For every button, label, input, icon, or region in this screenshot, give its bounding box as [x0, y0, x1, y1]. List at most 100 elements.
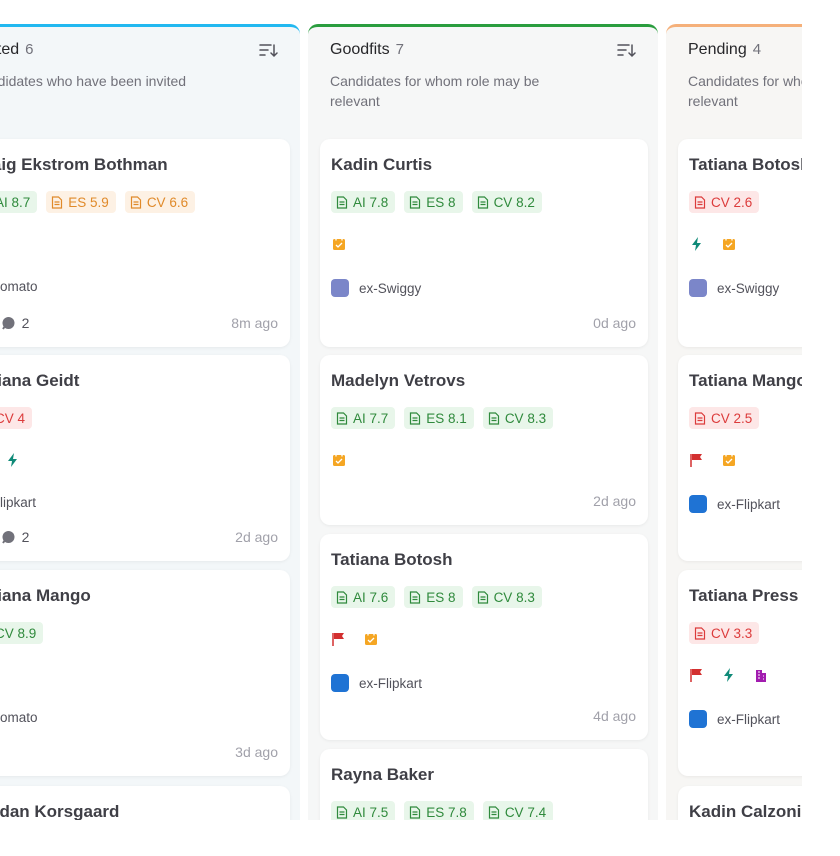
- company: ex-Flipkart: [331, 674, 422, 692]
- score-badge: CV 2.5: [689, 407, 760, 429]
- score-badges: CV 8.9: [0, 622, 44, 644]
- column-invited: Invited 6 Candidates who have been invite…: [0, 24, 300, 830]
- card-footer: 3 3d ago: [0, 744, 278, 762]
- tag-icons: [0, 452, 21, 468]
- candidate-name: Rayna Baker: [331, 765, 435, 784]
- comment-icon: [1, 316, 15, 330]
- score-badge: CV 8.9: [0, 622, 44, 644]
- company: ex-Flipkart: [689, 710, 780, 728]
- candidate-card[interactable]: Tatiana Mango CV 8.9 ex-Zomato 3 3d ago: [0, 570, 290, 776]
- candidate-name: Tatiana Mango: [689, 371, 807, 390]
- right-edge: [802, 0, 840, 856]
- bolt-icon: [724, 668, 733, 682]
- candidate-name: Jordan Korsgaard: [0, 802, 120, 821]
- candidate-name: Kadin Calzoni: [689, 802, 802, 821]
- score-badge: ES 8: [404, 191, 463, 213]
- sort-icon[interactable]: [616, 41, 636, 61]
- document-icon: [410, 195, 421, 209]
- document-icon: [694, 626, 706, 640]
- score-badge: CV 8.3: [482, 407, 554, 429]
- candidate-card[interactable]: Craig Ekstrom Bothman AI 8.7 ES 5.9 CV 6…: [0, 139, 290, 347]
- score-badge: CV 3.3: [689, 622, 760, 644]
- document-icon: [336, 590, 348, 604]
- company-logo: [331, 674, 349, 692]
- candidate-card[interactable]: Tatiana Botosh AI 7.6 ES 8 CV 8.3 ex-Fli…: [320, 534, 648, 740]
- document-icon: [336, 195, 348, 209]
- document-icon: [52, 195, 63, 209]
- column-title: Goodfits: [330, 41, 390, 58]
- calendar-icon: [723, 453, 735, 466]
- card-meta: 3 2: [0, 315, 29, 331]
- document-icon: [488, 805, 499, 819]
- score-badges: AI 8.7 ES 5.9 CV 6.6: [0, 191, 196, 213]
- document-icon: [410, 590, 421, 604]
- card-footer: 4d ago: [331, 708, 636, 726]
- card-footer: 3 2 8m ago: [0, 315, 278, 333]
- calendar-icon: [365, 632, 377, 645]
- sort-icon[interactable]: [258, 41, 278, 61]
- card-footer: 2d ago: [331, 493, 636, 511]
- column-description: Candidates for whom role may be relevant: [330, 73, 540, 109]
- column-count: 6: [25, 41, 34, 58]
- candidate-card[interactable]: Madelyn Vetrovs AI 7.7 ES 8.1 CV 8.3 2d …: [320, 355, 648, 525]
- score-badges: CV 4: [0, 407, 33, 429]
- flag-icon: [690, 454, 702, 467]
- document-icon: [336, 411, 348, 425]
- time-ago: 2d ago: [593, 493, 636, 509]
- candidate-card[interactable]: Tatiana Geidt CV 4 ex-Flipkart 5 2 2d ag…: [0, 355, 290, 561]
- company: ex-Zomato: [0, 279, 38, 294]
- document-icon: [410, 411, 421, 425]
- score-badge: CV 2.6: [689, 191, 760, 213]
- tag-icons: [689, 452, 737, 468]
- score-badge: AI 8.7: [0, 191, 38, 213]
- time-ago: 8m ago: [231, 315, 278, 331]
- document-icon: [477, 590, 488, 604]
- card-meta: 5 2: [0, 529, 29, 545]
- score-badge: AI 7.8: [331, 191, 396, 213]
- candidate-name: Tatiana Mango: [0, 586, 91, 605]
- score-badge: ES 8: [404, 586, 463, 608]
- candidate-name: Craig Ekstrom Bothman: [0, 155, 168, 174]
- bolt-icon: [8, 453, 17, 467]
- score-badges: AI 7.6 ES 8 CV 8.3: [331, 586, 542, 608]
- tag-icons: [331, 452, 347, 468]
- document-icon: [694, 411, 706, 425]
- company-logo: [689, 710, 707, 728]
- building-icon: [756, 670, 766, 682]
- score-badges: AI 7.8 ES 8 CV 8.2: [331, 191, 542, 213]
- score-badge: AI 7.6: [331, 586, 396, 608]
- company: ex-Flipkart: [0, 495, 37, 510]
- document-icon: [488, 411, 499, 425]
- document-icon: [336, 805, 348, 819]
- calendar-icon: [723, 237, 735, 250]
- candidate-name: Tatiana Press: [689, 586, 799, 605]
- score-badge: ES 5.9: [46, 191, 116, 213]
- time-ago: 2d ago: [235, 529, 278, 545]
- company: ex-Swiggy: [331, 279, 421, 297]
- time-ago: 3d ago: [235, 744, 278, 760]
- company: ex-Zomato: [0, 710, 38, 725]
- column-title: Pending: [688, 41, 747, 58]
- calendar-icon: [333, 453, 345, 466]
- score-badge: ES 8.1: [404, 407, 474, 429]
- company: ex-Swiggy: [689, 279, 779, 297]
- candidate-name: Tatiana Botosh: [331, 550, 453, 569]
- company-logo: [331, 279, 349, 297]
- candidate-card[interactable]: Rayna Baker AI 7.5 ES 7.8 CV 7.4: [320, 749, 648, 830]
- score-badges: AI 7.7 ES 8.1 CV 8.3: [331, 407, 554, 429]
- document-icon: [694, 195, 706, 209]
- candidate-name: Madelyn Vetrovs: [331, 371, 466, 390]
- candidate-card[interactable]: Kadin Curtis AI 7.8 ES 8 CV 8.2 ex-Swigg…: [320, 139, 648, 347]
- column-description: Candidates who have been invited: [0, 73, 187, 89]
- column-count: 7: [395, 41, 404, 58]
- flag-icon: [332, 633, 344, 646]
- candidate-name: Kadin Curtis: [331, 155, 433, 174]
- document-icon: [130, 195, 141, 209]
- company: ex-Flipkart: [689, 495, 780, 513]
- company-logo: [689, 279, 707, 297]
- candidate-name: Tatiana Geidt: [0, 371, 80, 390]
- document-icon: [410, 805, 421, 819]
- tag-icons: [689, 236, 737, 252]
- score-badge: AI 7.7: [331, 407, 396, 429]
- bottom-fade: [0, 820, 840, 856]
